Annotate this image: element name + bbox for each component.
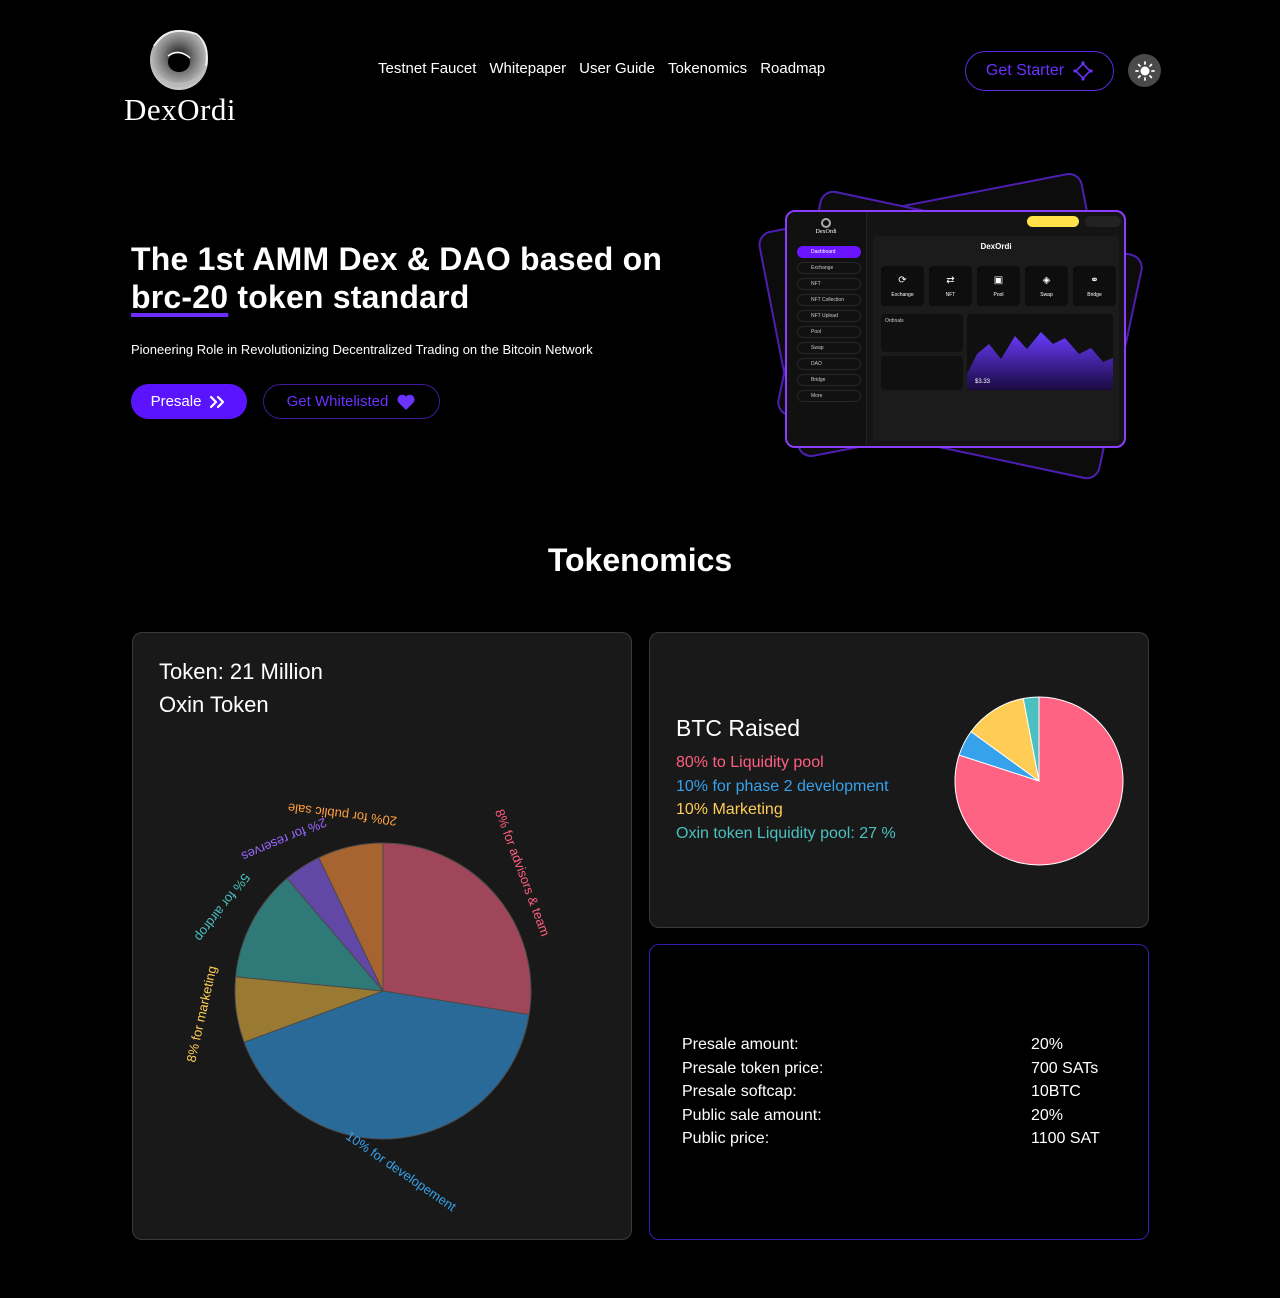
nav-whitepaper[interactable]: Whitepaper [489, 60, 566, 77]
nav-testnet-faucet[interactable]: Testnet Faucet [378, 60, 476, 77]
preview-tile-label: Exchange [891, 291, 914, 298]
preview-menu-item: NFT [797, 278, 861, 290]
get-starter-label: Get Starter [985, 62, 1065, 79]
get-starter-button[interactable]: Get Starter [965, 51, 1114, 91]
pie-slice-label: 10% for developement [343, 1128, 459, 1214]
cube-icon [1073, 61, 1093, 81]
presale-row-label: Public sale amount: [682, 1106, 822, 1124]
pie-slice-label: 8% for marketing [183, 964, 219, 1063]
presale-row: Presale softcap: 10BTC [682, 1080, 1112, 1104]
preview-logo-icon [821, 218, 831, 228]
preview-tile: ⇄ NFT [929, 266, 972, 306]
preview-ordinals-card: Ordinals [881, 314, 963, 352]
preview-menu-item: NFT Collection [797, 294, 861, 306]
swap-icon: ◈ [1042, 274, 1051, 286]
preview-price: $3.33 [975, 379, 991, 385]
hero-title: The 1st AMM Dex & DAO based on brc-20 to… [131, 240, 731, 316]
preview-title: DexOrdi [980, 242, 1012, 251]
presale-details-table: Presale amount: 20% Presale token price:… [682, 1033, 1112, 1151]
preview-menu-item: Pool [797, 326, 861, 338]
presale-row-label: Presale token price: [682, 1059, 824, 1077]
preview-connect-pill [1027, 216, 1079, 227]
pie-slice [382, 842, 532, 1016]
hero-title-highlight: brc-20 [131, 279, 229, 315]
presale-row-value: 1100 SAT [1031, 1130, 1100, 1147]
presale-row-label: Public price: [682, 1130, 770, 1147]
token-distribution-pie-chart: 8% for advisors & team10% for developeme… [183, 800, 553, 1214]
btc-raised-pie-chart [954, 696, 1124, 866]
preview-menu-item: Swap [797, 342, 861, 354]
presale-button[interactable]: Presale [131, 384, 247, 419]
gift-icon: ▣ [993, 274, 1004, 286]
get-whitelisted-label: Get Whitelisted [286, 393, 389, 410]
preview-menu-item: Bridge [797, 374, 861, 386]
presale-row: Public price: 1100 SAT [682, 1127, 1112, 1151]
presale-row-value: 20% [1031, 1036, 1064, 1053]
preview-tile: ▣ Pool [977, 266, 1020, 306]
hero-title-rest: token standard [228, 279, 470, 315]
heart-icon [397, 394, 415, 410]
presale-row: Public sale amount: 20% [682, 1104, 1112, 1128]
presale-row-label: Presale amount: [682, 1036, 799, 1053]
link-icon: ⚭ [1090, 274, 1099, 286]
presale-label: Presale [150, 393, 202, 410]
double-chevron-right-icon [210, 395, 225, 408]
preview-tile-label: NFT [945, 291, 956, 298]
hero-title-line1: The 1st AMM Dex & DAO based on [131, 241, 663, 277]
preview-tile: ◈ Swap [1025, 266, 1068, 306]
preview-menu-item: Exchange [797, 262, 861, 274]
presale-row-value: 700 SATs [1031, 1059, 1099, 1077]
preview-sidebar: DexOrdi Dashboard Exchange NFT NFT Colle… [787, 212, 867, 446]
preview-menu-item: More [797, 390, 861, 402]
preview-address-pill [1085, 216, 1121, 227]
nav-roadmap[interactable]: Roadmap [760, 60, 825, 77]
pie-slice-label: 5% for airdrop [192, 871, 254, 945]
sun-icon [1134, 60, 1155, 81]
preview-menu: Dashboard Exchange NFT NFT Collection NF… [797, 246, 861, 406]
preview-tile-label: Pool [993, 291, 1004, 298]
preview-tiles: ⟳ Exchange ⇄ NFT ▣ Pool ◈ Swap ⚭ Bridge [881, 266, 1116, 306]
presale-row: Presale token price: 700 SATs [682, 1057, 1112, 1081]
main-nav: Testnet Faucet Whitepaper User Guide Tok… [378, 60, 825, 77]
preview-tile-label: Swap [1040, 291, 1053, 298]
preview-main: DexOrdi ⟳ Exchange ⇄ NFT ▣ Pool ◈ Swap ⚭ Brid… [873, 236, 1119, 441]
brand-name: DexOrdi [124, 92, 236, 127]
token-distribution-card: Token: 21 Million Oxin Token 8% for advi… [132, 632, 632, 1240]
pie-slice-label: 2% for reserves [239, 815, 329, 865]
nav-user-guide[interactable]: User Guide [579, 60, 655, 77]
exchange-icon: ⟳ [898, 274, 907, 286]
preview-tile: ⟳ Exchange [881, 266, 924, 306]
preview-tile: ⚭ Bridge [1073, 266, 1116, 306]
presale-row-value: 10BTC [1031, 1083, 1081, 1100]
dashboard-preview: DexOrdi Dashboard Exchange NFT NFT Colle… [755, 160, 1155, 500]
preview-logo: DexOrdi [815, 218, 837, 235]
arrows-icon: ⇄ [946, 274, 955, 286]
preview-menu-item: NFT Upload [797, 310, 861, 322]
preview-menu-item: DAO [797, 358, 861, 370]
hero-subtitle: Pioneering Role in Revolutionizing Decen… [131, 342, 593, 357]
tokenomics-title: Tokenomics [547, 542, 733, 578]
brand-logo[interactable]: DexOrdi [120, 26, 240, 127]
get-whitelisted-button[interactable]: Get Whitelisted [263, 384, 440, 419]
theme-toggle-button[interactable] [1128, 54, 1161, 87]
presale-details-card: Presale amount: 20% Presale token price:… [649, 944, 1149, 1240]
presale-row-label: Presale softcap: [682, 1083, 797, 1100]
presale-row-value: 20% [1031, 1106, 1064, 1124]
presale-row: Presale amount: 20% [682, 1033, 1112, 1057]
preview-front-frame: DexOrdi Dashboard Exchange NFT NFT Colle… [785, 210, 1126, 448]
nav-tokenomics[interactable]: Tokenomics [668, 60, 747, 77]
preview-promo-card [881, 356, 963, 390]
preview-menu-item: Dashboard [797, 246, 861, 258]
preview-brand: DexOrdi [815, 229, 837, 235]
preview-area-chart: $3.33 [967, 314, 1113, 390]
btc-raised-card: BTC Raised 80% to Liquidity pool 10% for… [649, 632, 1149, 928]
preview-ordinals-title: Ordinals [885, 318, 904, 324]
logo-swirl-icon [150, 30, 208, 90]
preview-tile-label: Bridge [1087, 291, 1102, 298]
